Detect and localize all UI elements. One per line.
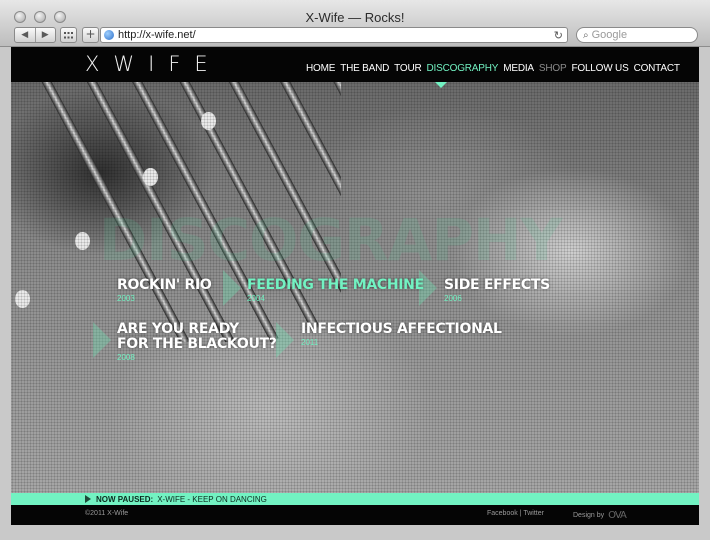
album-title: INFECTIOUS AFFECTIONAL bbox=[301, 321, 502, 337]
design-label: Design by bbox=[573, 512, 605, 519]
grid-icon bbox=[64, 31, 73, 38]
album-year: 2004 bbox=[247, 294, 265, 303]
reload-icon[interactable]: ↻ bbox=[554, 29, 563, 42]
social-separator: | bbox=[519, 510, 522, 517]
menu-item-contact[interactable]: CONTACT bbox=[634, 63, 680, 74]
design-credit: Design by OVA bbox=[573, 510, 627, 521]
window-title: X-Wife — Rocks! bbox=[305, 10, 405, 25]
top-sites-button[interactable] bbox=[60, 27, 77, 43]
forward-button[interactable]: ▶ bbox=[34, 28, 56, 42]
player-track: X-WIFE - KEEP ON DANCING bbox=[157, 494, 267, 504]
site-footer: ©2011 X-Wife Facebook | Twitter Design b… bbox=[11, 505, 699, 525]
album-infectious-affectional[interactable]: INFECTIOUS AFFECTIONAL 2011 bbox=[301, 321, 502, 348]
history-buttons: ◀ ▶ bbox=[14, 27, 56, 43]
twitter-link[interactable]: Twitter bbox=[523, 510, 544, 517]
album-arrow-icon bbox=[276, 322, 294, 358]
plus-icon: + bbox=[85, 27, 96, 41]
album-title: SIDE EFFECTS bbox=[444, 277, 550, 293]
music-player-bar: NOW PAUSED: X-WIFE - KEEP ON DANCING bbox=[11, 493, 699, 505]
menu-item-discography[interactable]: DISCOGRAPHY bbox=[427, 63, 499, 74]
main-menu: HOME THE BAND TOUR DISCOGRAPHY MEDIA SHO… bbox=[306, 63, 680, 74]
website-viewport: XWIFE HOME THE BAND TOUR DISCOGRAPHY MED… bbox=[11, 47, 699, 525]
social-links: Facebook | Twitter bbox=[487, 510, 544, 517]
menu-item-shop[interactable]: SHOP bbox=[539, 63, 567, 74]
address-bar[interactable]: http://x-wife.net/ ↻ bbox=[100, 27, 568, 43]
hero-photo: DISCOGRAPHY ROCKIN' RIO 2003 FEEDING THE… bbox=[11, 82, 699, 494]
album-title: ARE YOU READY FOR THE BLACKOUT? bbox=[117, 321, 277, 352]
album-year: 2008 bbox=[117, 353, 135, 362]
album-year: 2011 bbox=[301, 338, 319, 347]
menu-item-the-band[interactable]: THE BAND bbox=[340, 63, 389, 74]
search-icon: ⌕ bbox=[583, 29, 589, 41]
album-title: FEEDING THE MACHINE bbox=[247, 277, 424, 293]
album-feeding-the-machine[interactable]: FEEDING THE MACHINE 2004 bbox=[247, 277, 424, 304]
back-button[interactable]: ◀ bbox=[15, 28, 35, 42]
forward-arrow-icon: ▶ bbox=[41, 30, 49, 40]
search-field[interactable]: ⌕ Google bbox=[576, 27, 698, 43]
album-title: ROCKIN' RIO bbox=[117, 277, 212, 293]
back-arrow-icon: ◀ bbox=[21, 30, 29, 40]
browser-window: X-Wife — Rocks! ◀ ▶ + http://x-wife.net/… bbox=[0, 0, 710, 540]
menu-item-follow-us[interactable]: FOLLOW US bbox=[571, 63, 628, 74]
search-placeholder: Google bbox=[591, 29, 628, 41]
album-arrow-icon bbox=[93, 322, 111, 358]
album-year: 2006 bbox=[444, 294, 462, 303]
album-side-effects[interactable]: SIDE EFFECTS 2006 bbox=[444, 277, 550, 304]
album-arrow-icon bbox=[223, 270, 241, 306]
facebook-link[interactable]: Facebook bbox=[487, 510, 518, 517]
browser-titlebar: X-Wife — Rocks! ◀ ▶ + http://x-wife.net/… bbox=[0, 0, 710, 47]
site-logo[interactable]: XWIFE bbox=[85, 52, 222, 76]
globe-icon bbox=[104, 30, 114, 40]
play-icon[interactable] bbox=[85, 495, 91, 503]
menu-item-home[interactable]: HOME bbox=[306, 63, 335, 74]
album-rockin-rio[interactable]: ROCKIN' RIO 2003 bbox=[117, 277, 212, 304]
album-year: 2003 bbox=[117, 294, 135, 303]
player-status: NOW PAUSED: bbox=[96, 494, 154, 504]
menu-item-media[interactable]: MEDIA bbox=[503, 63, 534, 74]
site-header: XWIFE HOME THE BAND TOUR DISCOGRAPHY MED… bbox=[11, 47, 699, 82]
designer-logo[interactable]: OVA bbox=[608, 510, 627, 521]
add-bookmark-button[interactable]: + bbox=[82, 27, 99, 43]
menu-item-tour[interactable]: TOUR bbox=[394, 63, 422, 74]
album-list: ROCKIN' RIO 2003 FEEDING THE MACHINE 200… bbox=[11, 82, 699, 494]
url-text[interactable]: http://x-wife.net/ bbox=[118, 29, 554, 41]
active-menu-marker bbox=[435, 82, 447, 88]
album-arrow-icon bbox=[419, 270, 437, 306]
copyright-text: ©2011 X-Wife bbox=[85, 510, 129, 517]
album-are-you-ready-for-the-blackout[interactable]: ARE YOU READY FOR THE BLACKOUT? 2008 bbox=[117, 321, 277, 363]
